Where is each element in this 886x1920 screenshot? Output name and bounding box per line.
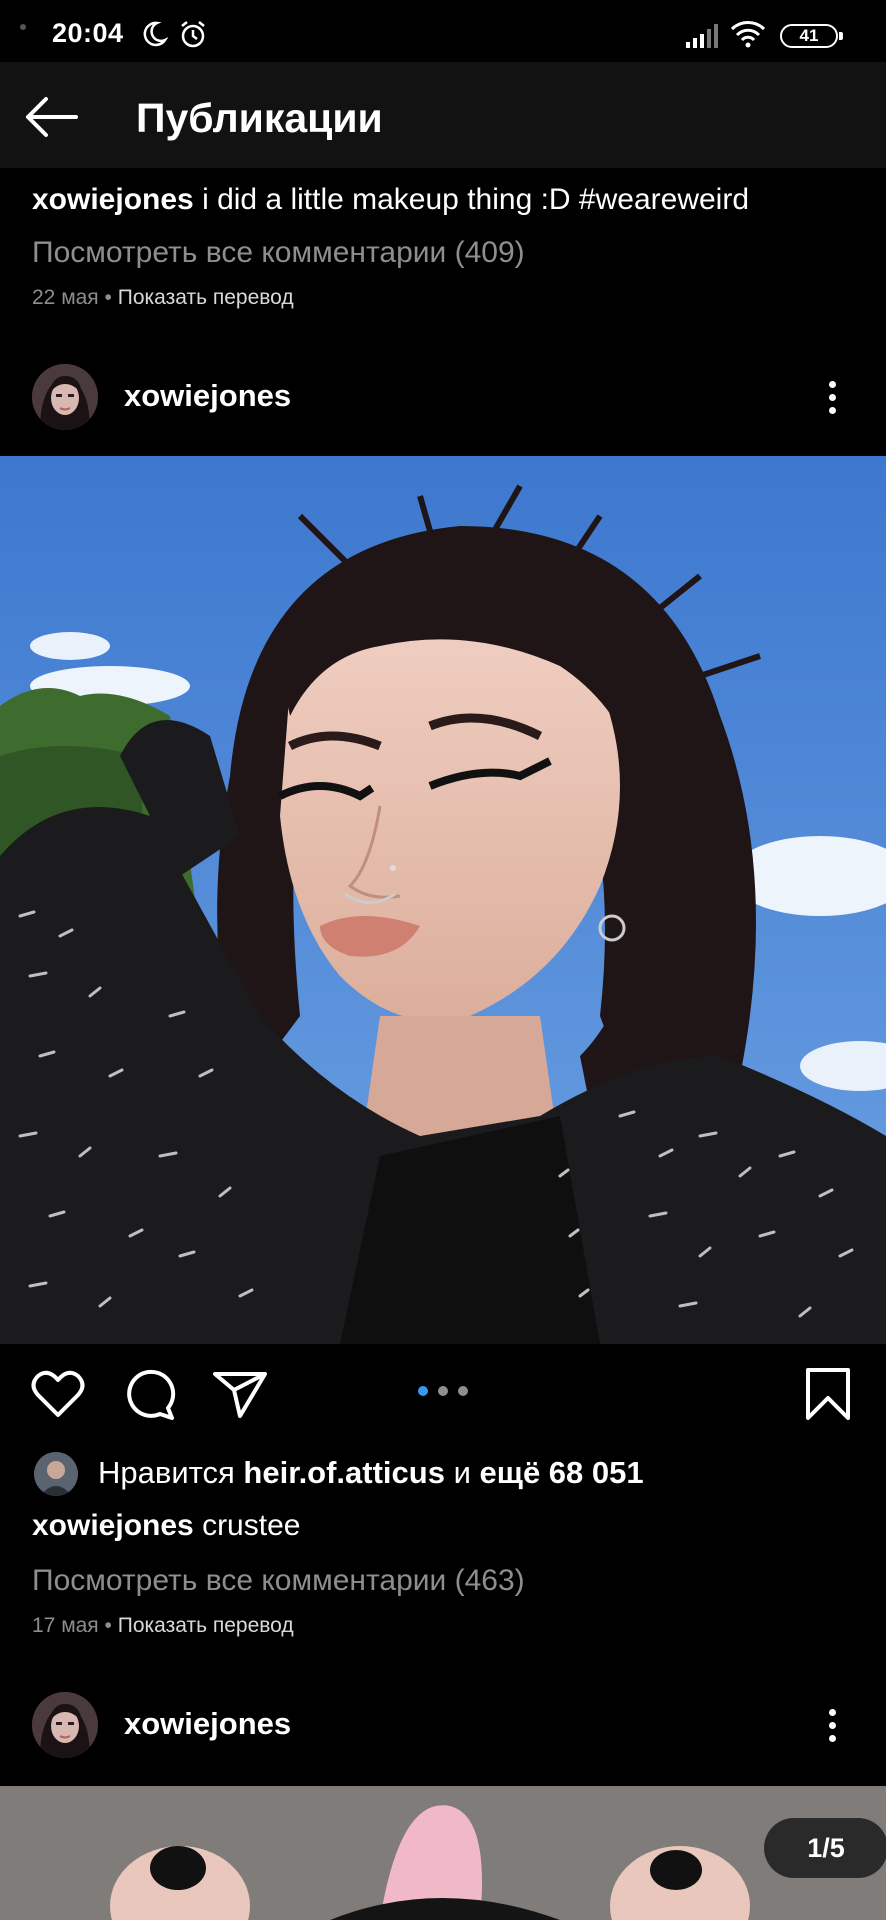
moon-icon: [143, 21, 168, 47]
post-author-username[interactable]: xowiejones: [124, 378, 291, 414]
liker-username[interactable]: heir.of.atticus: [243, 1455, 445, 1490]
post-caption: xowiejones crustee: [32, 1508, 300, 1544]
previous-post-caption-username[interactable]: xowiejones: [32, 183, 194, 216]
post-more-options-button[interactable]: [820, 378, 844, 422]
previous-post-show-translation-link[interactable]: Показать перевод: [118, 286, 294, 309]
alarm-icon: [181, 21, 205, 48]
post-date: 17 мая: [32, 1614, 99, 1637]
liker-avatar[interactable]: [34, 1452, 78, 1496]
next-post-more-options-button[interactable]: [820, 1706, 844, 1750]
likes-more-link[interactable]: ещё 68 051: [480, 1455, 644, 1490]
post-view-comments-link[interactable]: Посмотреть все комментарии (463): [32, 1564, 525, 1598]
wifi-icon: [730, 21, 766, 48]
comment-button[interactable]: [122, 1368, 176, 1420]
carousel-dot: [438, 1386, 448, 1396]
back-button[interactable]: [22, 92, 82, 142]
carousel-dot: [458, 1386, 468, 1396]
likes-summary: Нравится heir.of.atticus и ещё 68 051: [98, 1455, 644, 1491]
page-title: Публикации: [136, 95, 383, 141]
notification-dot: [20, 24, 26, 30]
signal-icon: [686, 24, 718, 48]
meta-separator: •: [104, 286, 112, 309]
battery-icon: 41: [780, 24, 843, 48]
status-time: 20:04: [52, 18, 124, 48]
previous-post-caption: xowiejones i did a little makeup thing :…: [32, 182, 749, 218]
previous-post-view-comments-link[interactable]: Посмотреть все комментарии (409): [32, 236, 525, 270]
app-bar: [0, 62, 886, 168]
next-post-photo[interactable]: [0, 1786, 886, 1920]
post-photo[interactable]: [0, 456, 886, 1344]
post-author-avatar[interactable]: [32, 364, 98, 430]
likes-and: и: [453, 1455, 471, 1490]
likes-prefix: Нравится: [98, 1455, 235, 1490]
next-post-author-avatar[interactable]: [32, 1692, 98, 1758]
bookmark-button[interactable]: [804, 1366, 852, 1422]
post-meta: 17 мая • Показать перевод: [32, 1614, 294, 1638]
like-button[interactable]: [30, 1368, 86, 1420]
carousel-counter: 1/5: [764, 1818, 886, 1878]
meta-separator: •: [104, 1614, 112, 1637]
previous-post-meta: 22 мая • Показать перевод: [32, 286, 294, 310]
share-button[interactable]: [212, 1370, 268, 1420]
post-caption-text: crustee: [202, 1509, 301, 1542]
previous-post-date: 22 мая: [32, 286, 99, 309]
post-caption-username[interactable]: xowiejones: [32, 1509, 194, 1542]
post-show-translation-link[interactable]: Показать перевод: [118, 1614, 294, 1637]
previous-post-caption-text: i did a little makeup thing :D #wearewei…: [202, 183, 750, 216]
next-post-author-username[interactable]: xowiejones: [124, 1706, 291, 1742]
carousel-dot-active: [418, 1386, 428, 1396]
